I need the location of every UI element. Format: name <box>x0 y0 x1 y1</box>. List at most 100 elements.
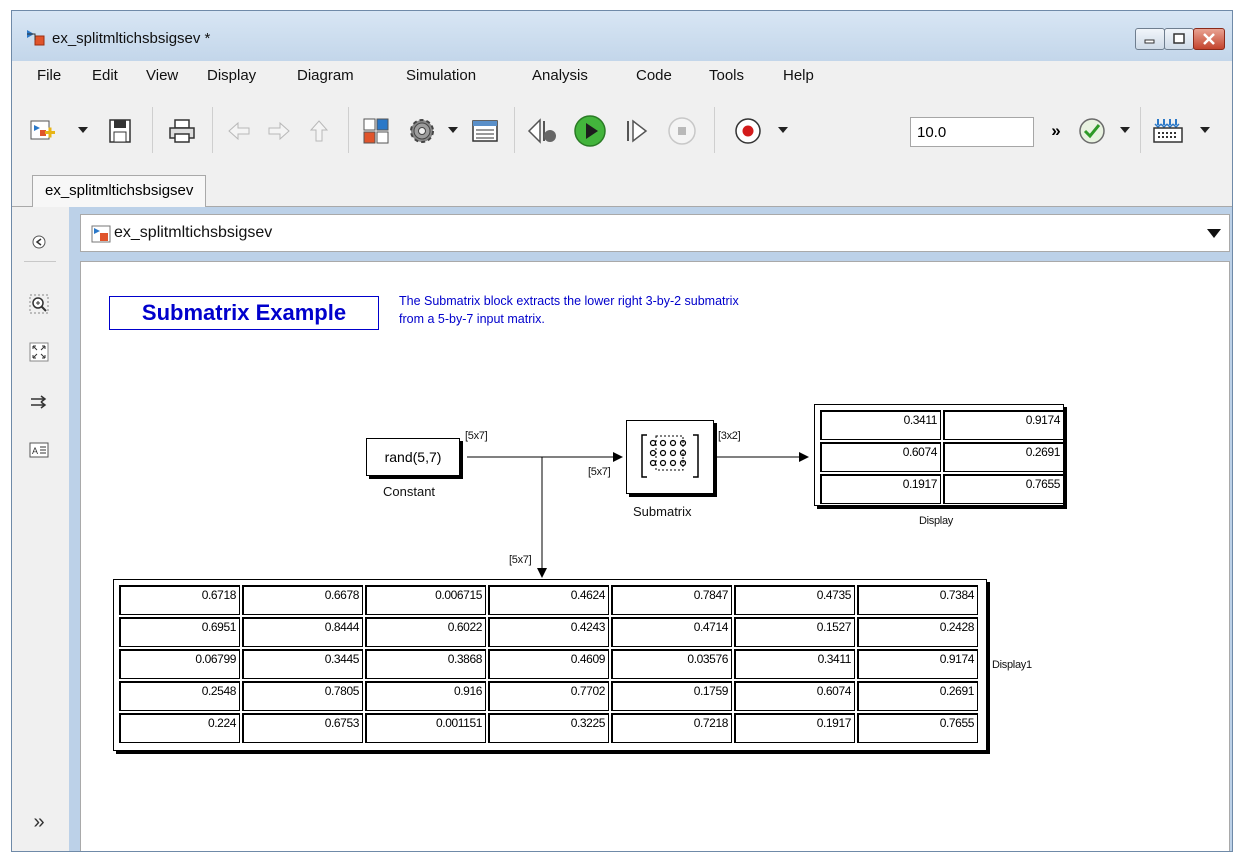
build-button[interactable] <box>1148 113 1188 149</box>
constant-label[interactable]: Constant <box>383 484 435 499</box>
display1-cell: 0.2691 <box>857 681 978 711</box>
settings-dropdown-icon[interactable] <box>448 127 458 133</box>
display-cell: 0.6074 <box>820 442 941 472</box>
display1-cell: 0.3868 <box>365 649 486 679</box>
minimize-icon <box>1144 39 1155 44</box>
menu-display[interactable]: Display <box>207 67 256 84</box>
display-cell: 0.1917 <box>820 474 941 504</box>
display1-cell: 0.1527 <box>734 617 855 647</box>
stop-button[interactable] <box>664 113 700 149</box>
record-dropdown-icon[interactable] <box>778 127 788 133</box>
display1-cell: 0.4624 <box>488 585 609 615</box>
display1-cell: 0.4714 <box>611 617 732 647</box>
display-cell: 0.9174 <box>943 410 1064 440</box>
run-button[interactable] <box>570 113 610 149</box>
display1-block[interactable]: 0.6718 0.6678 0.006715 0.4624 0.7847 0.4735 0.… <box>113 579 987 751</box>
submatrix-block[interactable] <box>626 420 714 494</box>
step-back-button[interactable] <box>524 113 560 149</box>
fit-to-view-icon <box>29 342 49 362</box>
minimize-button[interactable] <box>1135 28 1165 50</box>
zoom-button[interactable] <box>28 293 50 315</box>
model-explorer-button[interactable] <box>468 113 502 149</box>
signal-label-display1-in: [5x7] <box>509 554 532 566</box>
build-dropdown-icon[interactable] <box>1200 127 1210 133</box>
run-icon <box>574 115 606 147</box>
print-button[interactable] <box>164 113 200 149</box>
display1-cell: 0.3411 <box>734 649 855 679</box>
hide-browser-button[interactable] <box>28 231 50 253</box>
display1-cell: 0.2548 <box>119 681 240 711</box>
menu-edit[interactable]: Edit <box>92 67 118 84</box>
constant-block[interactable]: rand(5,7) <box>366 438 460 476</box>
zoom-in-icon <box>29 294 49 314</box>
arrow-head <box>799 452 809 462</box>
menu-code[interactable]: Code <box>636 67 672 84</box>
back-circle-icon <box>32 235 46 249</box>
submatrix-label[interactable]: Submatrix <box>633 504 692 519</box>
signal-label-submatrix-in: [5x7] <box>588 466 611 478</box>
annotation-icon: A <box>29 442 49 458</box>
display1-cell: 0.2428 <box>857 617 978 647</box>
menu-tools[interactable]: Tools <box>709 67 744 84</box>
display1-cell: 0.9174 <box>857 649 978 679</box>
up-icon <box>309 120 329 142</box>
display1-cell: 0.7702 <box>488 681 609 711</box>
model-path[interactable]: ex_splitmltichsbsigsev <box>114 224 272 242</box>
save-button[interactable] <box>103 113 137 149</box>
svg-text:A: A <box>32 446 38 456</box>
more-icon[interactable]: » <box>1044 113 1068 149</box>
menu-file[interactable]: File <box>37 67 61 84</box>
settings-gear-button[interactable] <box>404 113 440 149</box>
signal-lines <box>457 452 809 578</box>
menu-analysis[interactable]: Analysis <box>532 67 588 84</box>
signal-label-submatrix-out: [3x2] <box>718 430 741 442</box>
display1-cell: 0.3445 <box>242 649 363 679</box>
menu-diagram[interactable]: Diagram <box>297 67 354 84</box>
left-palette: A » <box>12 207 69 851</box>
display1-cell: 0.1917 <box>734 713 855 743</box>
display-label[interactable]: Display <box>919 515 953 527</box>
display1-cell: 0.1759 <box>611 681 732 711</box>
route-lines-button[interactable] <box>28 391 50 413</box>
annotation-button[interactable]: A <box>28 439 50 461</box>
model-advisor-button[interactable] <box>1074 113 1110 149</box>
forward-button[interactable] <box>264 113 294 149</box>
chevron-down-icon[interactable] <box>1207 229 1221 239</box>
fit-to-view-button[interactable] <box>28 341 50 363</box>
close-button[interactable] <box>1193 28 1225 50</box>
save-icon <box>109 119 131 143</box>
stop-icon <box>668 117 696 145</box>
menu-simulation[interactable]: Simulation <box>406 67 476 84</box>
display1-cell: 0.6074 <box>734 681 855 711</box>
display1-cell: 0.03576 <box>611 649 732 679</box>
display1-cell: 0.224 <box>119 713 240 743</box>
display1-label[interactable]: Display1 <box>992 659 1032 671</box>
record-button[interactable] <box>730 113 766 149</box>
display1-cell: 0.6022 <box>365 617 486 647</box>
display1-cell: 0.6951 <box>119 617 240 647</box>
maximize-button[interactable] <box>1164 28 1194 50</box>
library-browser-icon <box>363 118 389 144</box>
new-model-button[interactable] <box>26 113 60 149</box>
step-forward-button[interactable] <box>620 113 652 149</box>
display-block[interactable]: 0.3411 0.9174 0.6074 0.2691 0.1917 0.7655 <box>814 404 1064 506</box>
menu-help[interactable]: Help <box>783 67 814 84</box>
new-model-dropdown-icon[interactable] <box>78 127 88 133</box>
signal-label-constant-out: [5x7] <box>465 430 488 442</box>
display1-cell: 0.3225 <box>488 713 609 743</box>
stop-time-input[interactable] <box>910 117 1034 147</box>
back-button[interactable] <box>224 113 254 149</box>
display1-cell: 0.7805 <box>242 681 363 711</box>
expand-palette-icon[interactable]: » <box>28 811 50 833</box>
tab-model[interactable]: ex_splitmltichsbsigsev <box>32 175 207 207</box>
submatrix-icon <box>641 434 699 478</box>
up-button[interactable] <box>304 113 334 149</box>
menu-view[interactable]: View <box>146 67 178 84</box>
display1-cell: 0.6718 <box>119 585 240 615</box>
arrow-head <box>537 568 547 578</box>
diagram-canvas[interactable]: Submatrix Example The Submatrix block ex… <box>80 261 1230 851</box>
title-bar: ex_splitmltichsbsigsev * <box>12 11 1232 61</box>
display-cell: 0.2691 <box>943 442 1064 472</box>
model-advisor-dropdown-icon[interactable] <box>1120 127 1130 133</box>
library-browser-button[interactable] <box>358 113 394 149</box>
